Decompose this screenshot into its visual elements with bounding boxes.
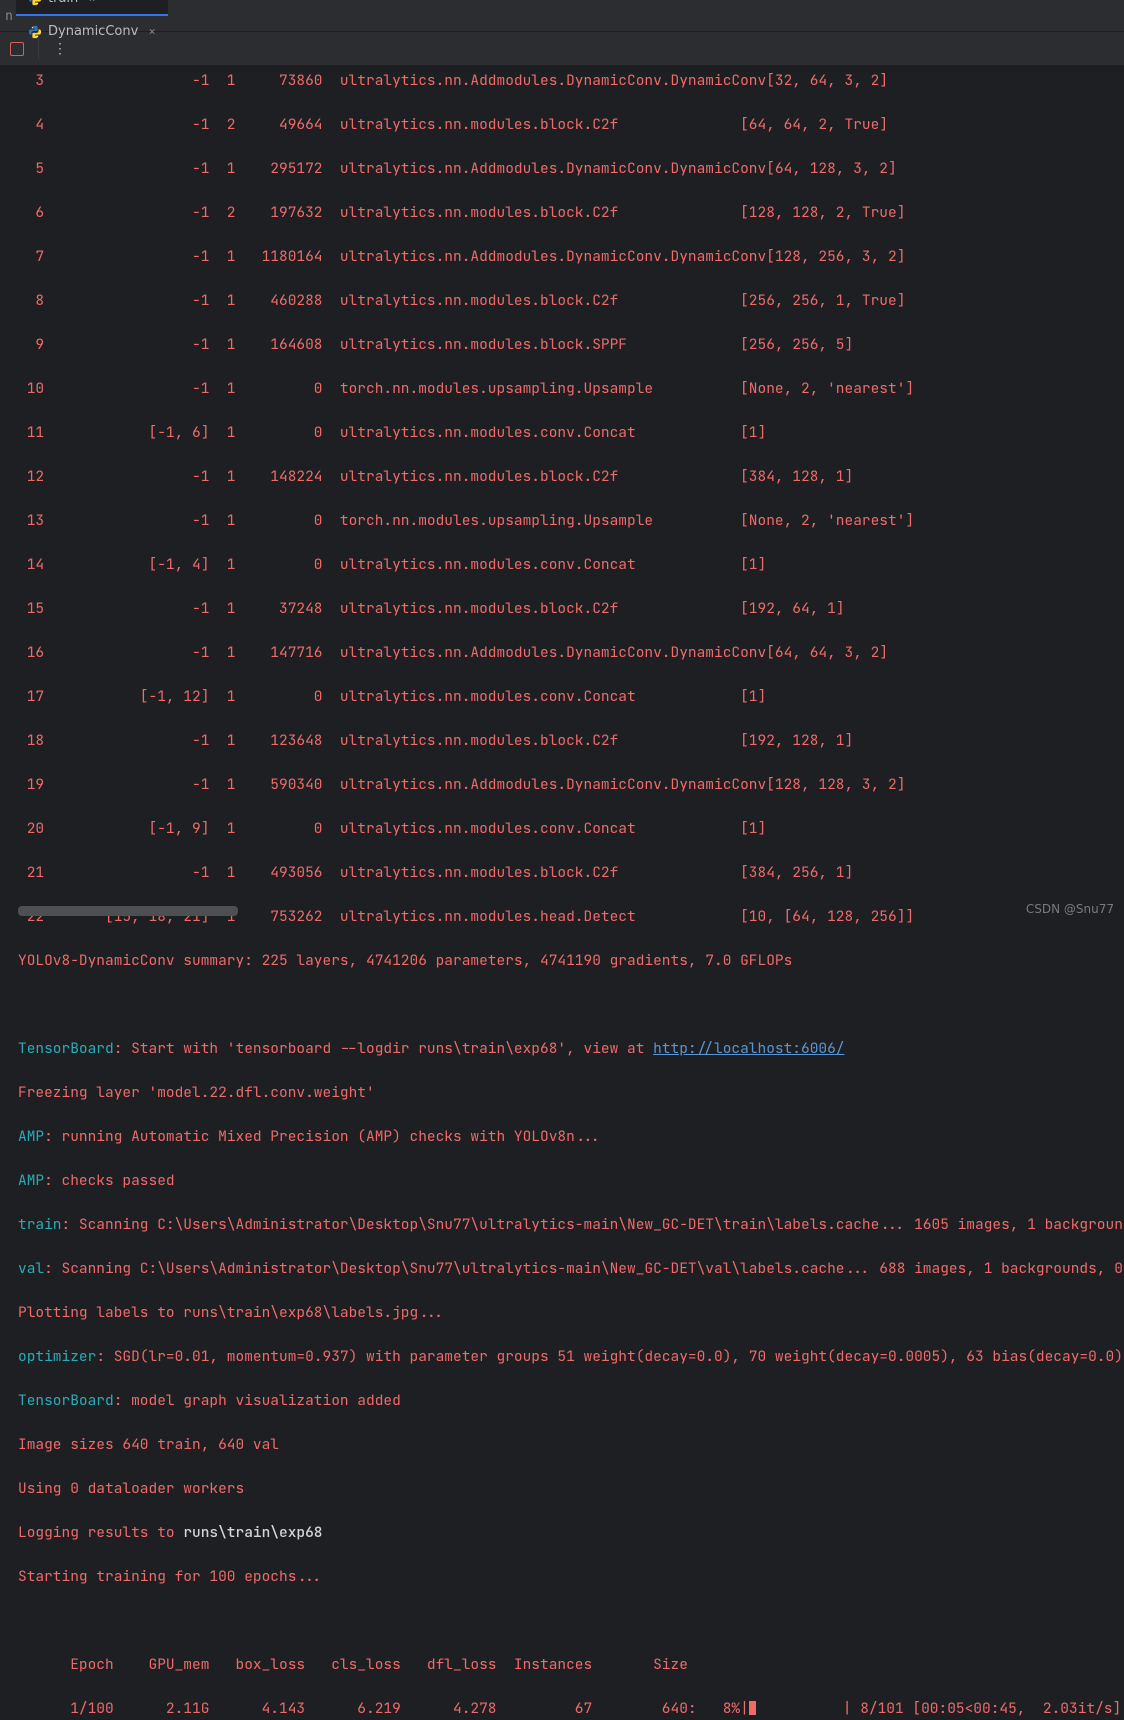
model-row: 15 -1 1 37248 ultralytics.nn.modules.blo… — [18, 598, 1124, 620]
model-row: 8 -1 1 460288 ultralytics.nn.modules.blo… — [18, 290, 1124, 312]
model-row: 4 -1 2 49664 ultralytics.nn.modules.bloc… — [18, 114, 1124, 136]
left-marker: n — [0, 7, 16, 24]
tensorboard-line: TensorBoard: Start with 'tensorboard --l… — [18, 1038, 1124, 1060]
model-row: 3 -1 1 73860 ultralytics.nn.Addmodules.D… — [18, 70, 1124, 92]
progress-bar-fill — [749, 1701, 756, 1715]
logging-line: Logging results to runs\train\exp68 — [18, 1522, 1124, 1544]
tab-bar: n train×DynamicConv× — [0, 0, 1124, 32]
close-icon[interactable]: × — [88, 0, 96, 7]
model-row: 13 -1 1 0 torch.nn.modules.upsampling.Up… — [18, 510, 1124, 532]
val-scan: val: Scanning C:\Users\Administrator\Des… — [18, 1258, 1124, 1280]
progress-row: 1/100 2.11G 4.143 6.219 4.278 67 640: 8%… — [18, 1698, 1124, 1720]
stop-icon[interactable] — [10, 42, 24, 56]
model-row: 14 [-1, 4] 1 0 ultralytics.nn.modules.co… — [18, 554, 1124, 576]
watermark: CSDN @Snu77 — [1026, 902, 1114, 916]
model-row: 21 -1 1 493056 ultralytics.nn.modules.bl… — [18, 862, 1124, 884]
model-row: 19 -1 1 590340 ultralytics.nn.Addmodules… — [18, 774, 1124, 796]
tensorboard-line: TensorBoard: model graph visualization a… — [18, 1390, 1124, 1412]
workers-line: Using 0 dataloader workers — [18, 1478, 1124, 1500]
model-summary: YOLOv8-DynamicConv summary: 225 layers, … — [18, 950, 1124, 972]
tab-label: train — [48, 0, 78, 6]
plotting-line: Plotting labels to runs\train\exp68\labe… — [18, 1302, 1124, 1324]
model-row: 10 -1 1 0 torch.nn.modules.upsampling.Up… — [18, 378, 1124, 400]
starting-line: Starting training for 100 epochs... — [18, 1566, 1124, 1588]
tab-label: DynamicConv — [48, 24, 138, 39]
img-sizes: Image sizes 640 train, 640 val — [18, 1434, 1124, 1456]
model-row: 16 -1 1 147716 ultralytics.nn.Addmodules… — [18, 642, 1124, 664]
close-icon[interactable]: × — [148, 23, 156, 40]
freezing-line: Freezing layer 'model.22.dfl.conv.weight… — [18, 1082, 1124, 1104]
more-icon[interactable]: ⋮ — [53, 40, 68, 58]
run-toolbar: ⋮ — [0, 32, 1124, 66]
tensorboard-link[interactable]: http://localhost:6006/ — [653, 1039, 844, 1058]
model-row: 9 -1 1 164608 ultralytics.nn.modules.blo… — [18, 334, 1124, 356]
model-row: 12 -1 1 148224 ultralytics.nn.modules.bl… — [18, 466, 1124, 488]
amp-line: AMP: running Automatic Mixed Precision (… — [18, 1126, 1124, 1148]
model-row: 11 [-1, 6] 1 0 ultralytics.nn.modules.co… — [18, 422, 1124, 444]
model-row: 7 -1 1 1180164 ultralytics.nn.Addmodules… — [18, 246, 1124, 268]
console-output[interactable]: 3 -1 1 73860 ultralytics.nn.Addmodules.D… — [0, 66, 1124, 1720]
horizontal-scrollbar[interactable] — [18, 906, 238, 916]
tab-train[interactable]: train × — [16, 0, 168, 16]
model-row: 17 [-1, 12] 1 0 ultralytics.nn.modules.c… — [18, 686, 1124, 708]
model-row: 6 -1 2 197632 ultralytics.nn.modules.blo… — [18, 202, 1124, 224]
model-row: 18 -1 1 123648 ultralytics.nn.modules.bl… — [18, 730, 1124, 752]
model-row: 5 -1 1 295172 ultralytics.nn.Addmodules.… — [18, 158, 1124, 180]
optimizer-line: optimizer: SGD(lr=0.01, momentum=0.937) … — [18, 1346, 1124, 1368]
training-header: Epoch GPU_mem box_loss cls_loss dfl_loss… — [18, 1654, 1124, 1676]
amp-line: AMP: checks passed — [18, 1170, 1124, 1192]
train-scan: train: Scanning C:\Users\Administrator\D… — [18, 1214, 1124, 1236]
model-row: 20 [-1, 9] 1 0 ultralytics.nn.modules.co… — [18, 818, 1124, 840]
